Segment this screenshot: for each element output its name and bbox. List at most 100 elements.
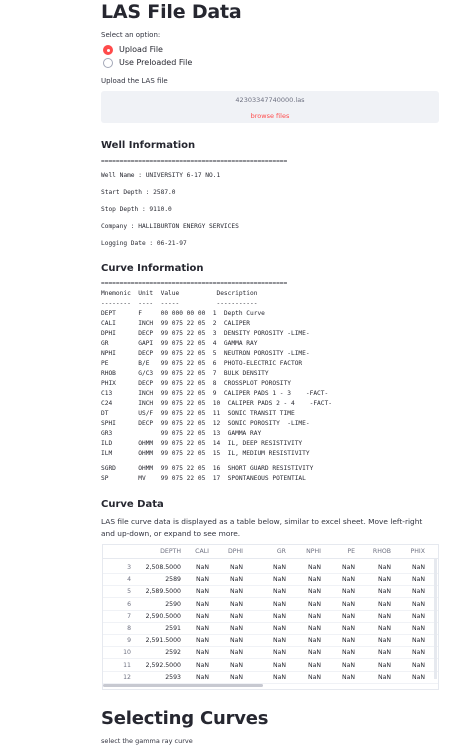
- table-cell[interactable]: NaN: [196, 601, 209, 608]
- table-cell[interactable]: NaN: [308, 613, 321, 620]
- radio-unselected-icon[interactable]: [103, 57, 113, 68]
- table-cell[interactable]: NaN: [378, 662, 391, 669]
- table-cell[interactable]: NaN: [196, 588, 209, 595]
- table-cell[interactable]: NaN: [273, 649, 286, 656]
- table-cell[interactable]: NaN: [342, 674, 355, 681]
- browse-files-button[interactable]: browse files: [101, 112, 439, 120]
- table-cell[interactable]: NaN: [412, 662, 425, 669]
- table-cell[interactable]: NaN: [342, 564, 355, 571]
- curve-data-table[interactable]: DEPTH CALI DPHI GR NPHI PE RHOB PHIX 3 2,508.500…: [102, 544, 439, 690]
- table-cell[interactable]: NaN: [196, 662, 209, 669]
- table-cell[interactable]: NaN: [273, 637, 286, 644]
- table-row[interactable]: 5 2,589.5000 NaN NaN NaN NaN NaN NaN NaN: [103, 586, 438, 599]
- table-cell[interactable]: NaN: [412, 613, 425, 620]
- column-header[interactable]: RHOB: [373, 548, 391, 555]
- table-cell[interactable]: NaN: [412, 625, 425, 632]
- column-header[interactable]: DEPTH: [160, 548, 181, 555]
- table-cell[interactable]: NaN: [378, 637, 391, 644]
- table-cell[interactable]: NaN: [412, 588, 425, 595]
- table-cell[interactable]: NaN: [196, 649, 209, 656]
- depth-cell[interactable]: 2593: [165, 674, 181, 681]
- table-cell[interactable]: NaN: [412, 637, 425, 644]
- table-cell[interactable]: NaN: [230, 637, 243, 644]
- table-row[interactable]: 3 2,508.5000 NaN NaN NaN NaN NaN NaN NaN: [103, 562, 438, 574]
- horizontal-scrollbar[interactable]: [103, 684, 263, 687]
- table-row[interactable]: 4 2589 NaN NaN NaN NaN NaN NaN NaN: [103, 574, 438, 587]
- depth-cell[interactable]: 2592: [165, 649, 181, 656]
- table-cell[interactable]: NaN: [230, 662, 243, 669]
- table-cell[interactable]: NaN: [308, 564, 321, 571]
- table-cell[interactable]: NaN: [308, 588, 321, 595]
- table-cell[interactable]: NaN: [378, 601, 391, 608]
- depth-cell[interactable]: 2,590.5000: [146, 613, 181, 620]
- depth-cell[interactable]: 2591: [165, 625, 181, 632]
- table-cell[interactable]: NaN: [378, 649, 391, 656]
- table-cell[interactable]: NaN: [308, 576, 321, 583]
- table-cell[interactable]: NaN: [378, 625, 391, 632]
- depth-cell[interactable]: 2589: [165, 576, 181, 583]
- table-cell[interactable]: NaN: [342, 662, 355, 669]
- column-header[interactable]: CALI: [195, 548, 209, 555]
- table-cell[interactable]: NaN: [342, 601, 355, 608]
- table-cell[interactable]: NaN: [378, 613, 391, 620]
- table-cell[interactable]: NaN: [230, 601, 243, 608]
- radio-upload-file[interactable]: Upload File: [101, 43, 441, 56]
- table-cell[interactable]: NaN: [273, 674, 286, 681]
- table-cell[interactable]: NaN: [308, 601, 321, 608]
- depth-cell[interactable]: 2590: [165, 601, 181, 608]
- table-cell[interactable]: NaN: [273, 601, 286, 608]
- table-row[interactable]: 12 2593 NaN NaN NaN NaN NaN NaN NaN: [103, 672, 438, 684]
- depth-cell[interactable]: 2,589.5000: [146, 588, 181, 595]
- table-cell[interactable]: NaN: [230, 576, 243, 583]
- table-cell[interactable]: NaN: [412, 649, 425, 656]
- column-header[interactable]: GR: [277, 548, 286, 555]
- table-row[interactable]: 10 2592 NaN NaN NaN NaN NaN NaN NaN: [103, 647, 438, 660]
- table-cell[interactable]: NaN: [230, 674, 243, 681]
- table-cell[interactable]: NaN: [273, 613, 286, 620]
- table-cell[interactable]: NaN: [196, 625, 209, 632]
- table-cell[interactable]: NaN: [378, 674, 391, 681]
- table-row[interactable]: 7 2,590.5000 NaN NaN NaN NaN NaN NaN NaN: [103, 611, 438, 623]
- table-cell[interactable]: NaN: [273, 625, 286, 632]
- table-cell[interactable]: NaN: [230, 588, 243, 595]
- column-header[interactable]: PHIX: [411, 548, 425, 555]
- radio-use-preloaded-file[interactable]: Use Preloaded File: [101, 56, 441, 69]
- table-row[interactable]: 6 2590 NaN NaN NaN NaN NaN NaN NaN: [103, 599, 438, 611]
- table-cell[interactable]: NaN: [342, 613, 355, 620]
- table-cell[interactable]: NaN: [196, 674, 209, 681]
- table-cell[interactable]: NaN: [230, 564, 243, 571]
- depth-cell[interactable]: 2,591.5000: [146, 637, 181, 644]
- table-cell[interactable]: NaN: [342, 637, 355, 644]
- table-cell[interactable]: NaN: [412, 674, 425, 681]
- depth-cell[interactable]: 2,592.5000: [146, 662, 181, 669]
- table-cell[interactable]: NaN: [342, 576, 355, 583]
- table-cell[interactable]: NaN: [308, 649, 321, 656]
- table-cell[interactable]: NaN: [412, 576, 425, 583]
- column-header[interactable]: NPHI: [306, 548, 321, 555]
- radio-selected-icon[interactable]: [103, 44, 113, 55]
- table-cell[interactable]: NaN: [196, 637, 209, 644]
- table-cell[interactable]: NaN: [378, 576, 391, 583]
- table-cell[interactable]: NaN: [230, 625, 243, 632]
- column-header[interactable]: DPHI: [228, 548, 243, 555]
- table-cell[interactable]: NaN: [308, 625, 321, 632]
- table-row[interactable]: 8 2591 NaN NaN NaN NaN NaN NaN NaN: [103, 623, 438, 635]
- table-cell[interactable]: NaN: [378, 564, 391, 571]
- table-cell[interactable]: NaN: [412, 601, 425, 608]
- table-cell[interactable]: NaN: [308, 662, 321, 669]
- table-cell[interactable]: NaN: [412, 564, 425, 571]
- table-cell[interactable]: NaN: [342, 625, 355, 632]
- table-cell[interactable]: NaN: [342, 588, 355, 595]
- table-cell[interactable]: NaN: [230, 649, 243, 656]
- table-cell[interactable]: NaN: [273, 662, 286, 669]
- table-cell[interactable]: NaN: [196, 564, 209, 571]
- file-uploader[interactable]: 42303347740000.las browse files: [101, 91, 439, 123]
- table-cell[interactable]: NaN: [308, 637, 321, 644]
- table-cell[interactable]: NaN: [378, 588, 391, 595]
- depth-cell[interactable]: 2,508.5000: [146, 564, 181, 571]
- column-header[interactable]: PE: [347, 548, 355, 555]
- table-cell[interactable]: NaN: [273, 588, 286, 595]
- table-cell[interactable]: NaN: [342, 649, 355, 656]
- table-row[interactable]: 11 2,592.5000 NaN NaN NaN NaN NaN NaN NaN: [103, 660, 438, 672]
- table-cell[interactable]: NaN: [196, 576, 209, 583]
